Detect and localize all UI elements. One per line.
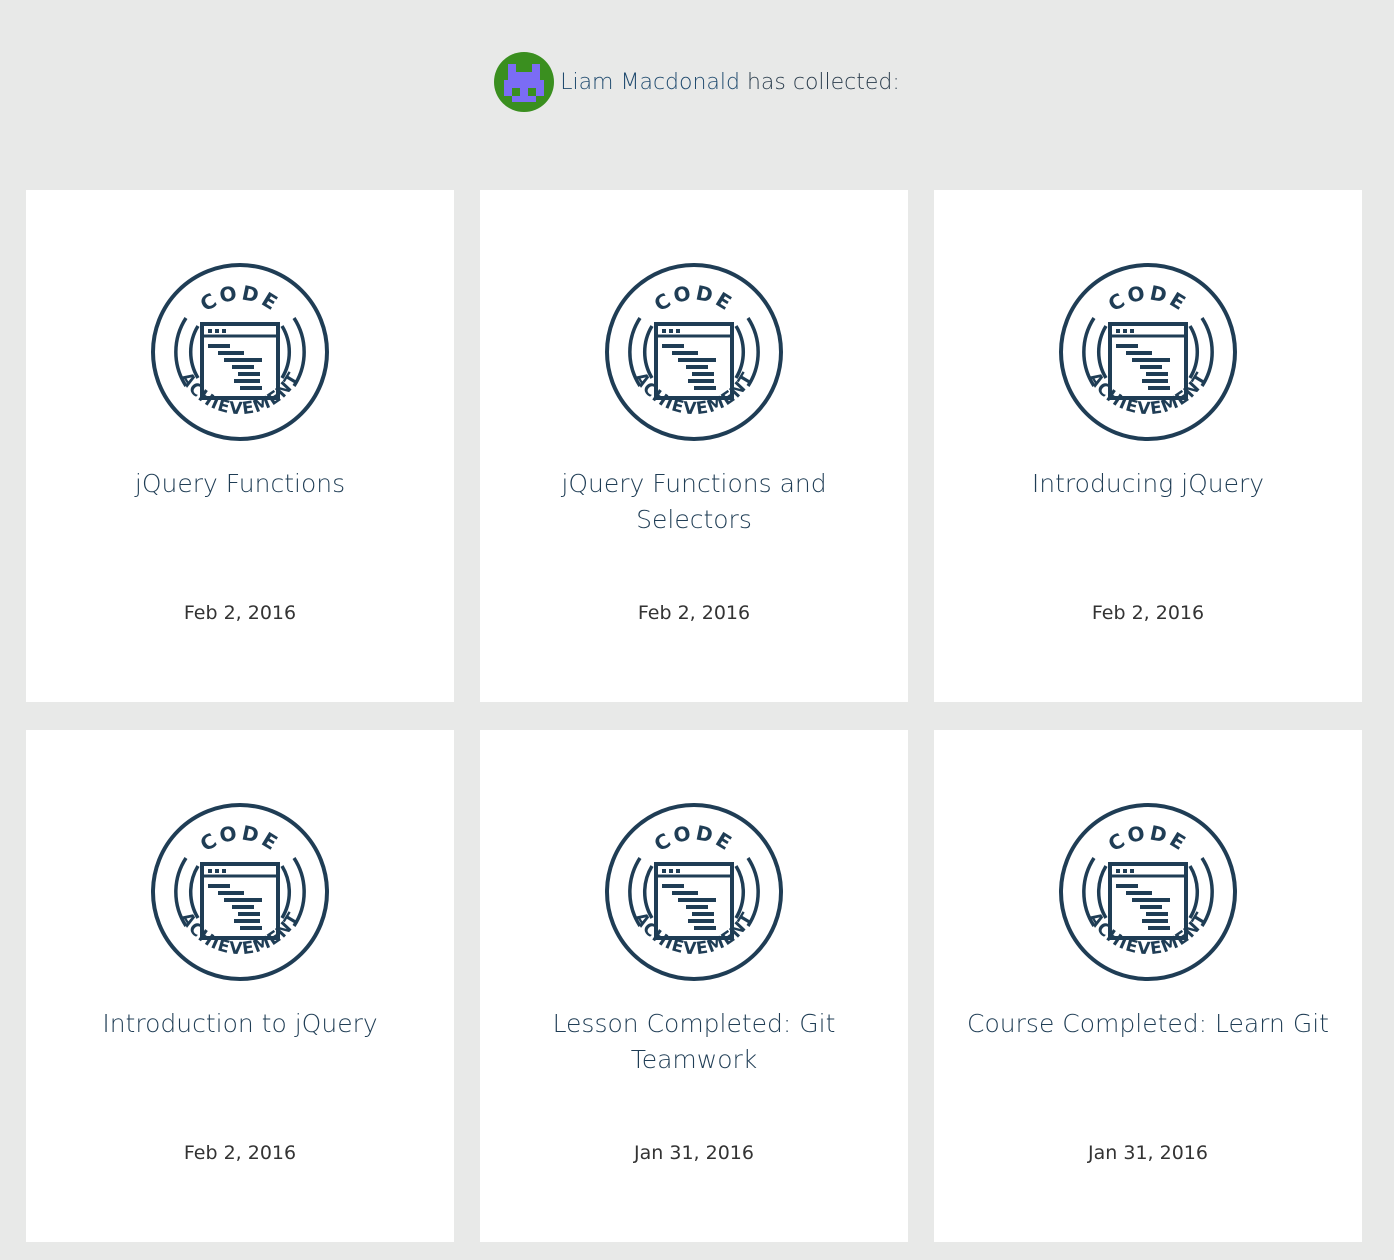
achievement-title: jQuery Functions: [134, 469, 346, 498]
code-achievement-badge-icon: [1059, 803, 1237, 981]
user-name-link[interactable]: Liam Macdonald: [560, 70, 740, 95]
profile-header: Liam Macdonald has collected:: [0, 52, 1394, 112]
code-achievement-badge-icon: [605, 803, 783, 981]
achievement-date: Jan 31, 2016: [634, 1142, 754, 1164]
achievement-date: Jan 31, 2016: [1088, 1142, 1208, 1164]
achievement-card[interactable]: Introducing jQuery Feb 2, 2016: [934, 190, 1362, 702]
achievement-title: Introducing jQuery: [1031, 469, 1265, 498]
achievement-title: Lesson Completed: Git Teamwork: [552, 1009, 836, 1074]
achievement-card[interactable]: jQuery Functions and Selectors Feb 2, 20…: [480, 190, 908, 702]
achievement-title: Course Completed: Learn Git: [967, 1009, 1329, 1038]
code-achievement-badge-icon: [1059, 263, 1237, 441]
code-achievement-badge-icon: [151, 803, 329, 981]
achievement-card[interactable]: Lesson Completed: Git Teamwork Jan 31, 2…: [480, 730, 908, 1242]
achievement-date: Feb 2, 2016: [1091, 602, 1205, 624]
achievement-card[interactable]: Course Completed: Learn Git Jan 31, 2016: [934, 730, 1362, 1242]
achievement-card[interactable]: jQuery Functions Feb 2, 2016: [26, 190, 454, 702]
code-achievement-badge-icon: [605, 263, 783, 441]
code-achievement-badge-icon: [151, 263, 329, 441]
achievement-title: Introduction to jQuery: [102, 1009, 378, 1038]
achievement-title: jQuery Functions and Selectors: [561, 469, 827, 534]
achievement-card[interactable]: Introduction to jQuery Feb 2, 2016: [26, 730, 454, 1242]
achievement-date: Feb 2, 2016: [637, 602, 751, 624]
achievements-grid: jQuery Functions Feb 2, 2016 jQuery Func…: [26, 190, 1362, 1242]
achievement-date: Feb 2, 2016: [183, 602, 297, 624]
avatar[interactable]: [494, 52, 555, 112]
collected-heading: Liam Macdonald has collected:: [560, 70, 900, 95]
achievement-date: Feb 2, 2016: [183, 1142, 297, 1164]
collected-suffix: has collected:: [739, 69, 900, 95]
